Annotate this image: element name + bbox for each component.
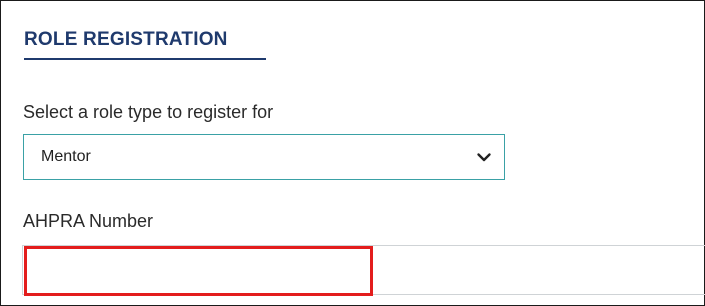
ahpra-number-input[interactable] [22, 245, 705, 295]
role-type-select[interactable]: Mentor [23, 134, 505, 180]
role-type-label: Select a role type to register for [23, 102, 274, 122]
ahpra-number-label: AHPRA Number [23, 211, 154, 231]
chevron-down-icon [477, 153, 491, 162]
role-type-selected-value: Mentor [41, 148, 91, 165]
section-title: ROLE REGISTRATION [24, 29, 228, 50]
title-underline [24, 58, 266, 60]
